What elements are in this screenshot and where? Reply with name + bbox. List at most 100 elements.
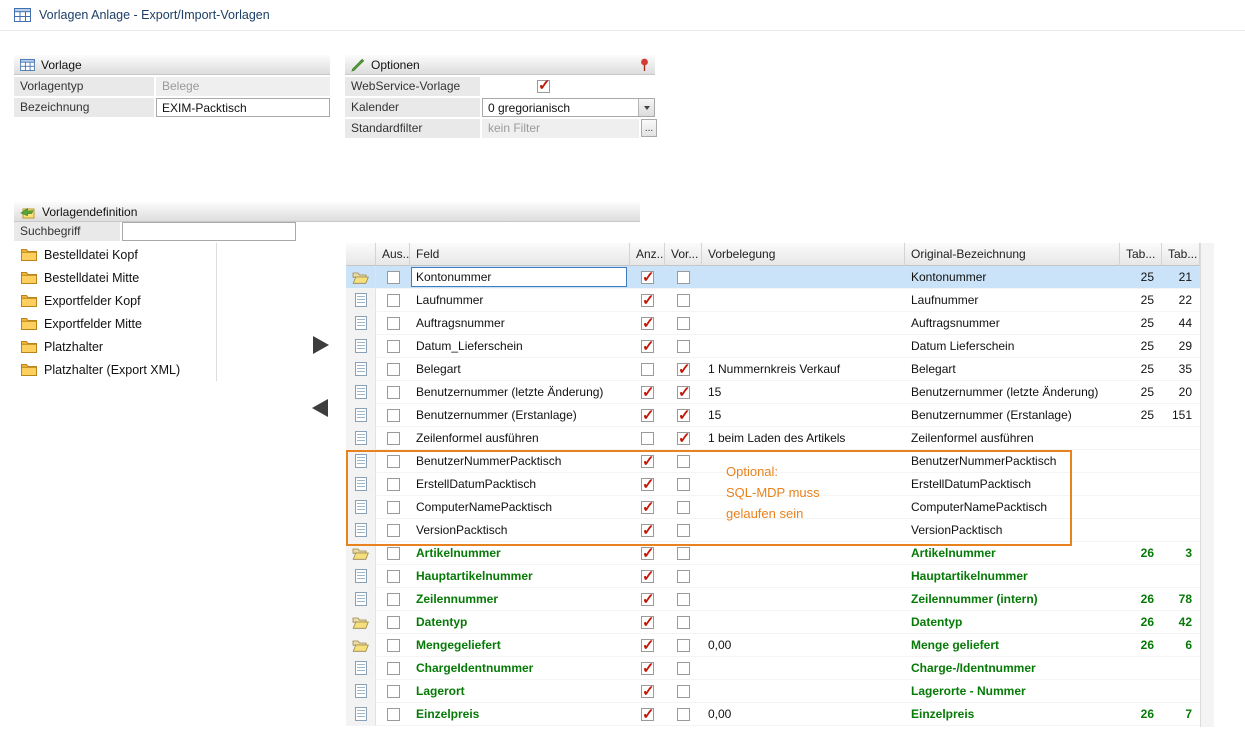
field-name-cell[interactable]: Kontonummer: [410, 266, 630, 289]
aus-checkbox[interactable]: [387, 317, 400, 330]
vor-checkbox[interactable]: [677, 478, 690, 491]
table-row[interactable]: Datum_LieferscheinDatum Lieferschein2529: [346, 335, 1200, 358]
aus-checkbox[interactable]: [387, 685, 400, 698]
tab1-cell[interactable]: 26: [1120, 588, 1162, 611]
col-vor-header[interactable]: Vor...: [665, 243, 702, 266]
tab1-cell[interactable]: 25: [1120, 404, 1162, 427]
field-name-cell[interactable]: Lagerort: [410, 680, 630, 703]
original-name-cell[interactable]: VersionPacktisch: [905, 519, 1120, 542]
field-name-cell[interactable]: Benutzernummer (Erstanlage): [410, 404, 630, 427]
webservice-checkbox[interactable]: [537, 80, 550, 93]
field-name-cell[interactable]: BenutzerNummerPacktisch: [410, 450, 630, 473]
tab1-cell[interactable]: 26: [1120, 634, 1162, 657]
anz-checkbox[interactable]: [641, 294, 654, 307]
original-name-cell[interactable]: Benutzernummer (Erstanlage): [905, 404, 1120, 427]
tab1-cell[interactable]: [1120, 427, 1162, 450]
anz-checkbox[interactable]: [641, 639, 654, 652]
aus-checkbox[interactable]: [387, 662, 400, 675]
tab1-cell[interactable]: [1120, 450, 1162, 473]
aus-checkbox[interactable]: [387, 570, 400, 583]
vorbelegung-cell[interactable]: [702, 542, 905, 565]
field-name-cell[interactable]: Artikelnummer: [410, 542, 630, 565]
folder-list-item[interactable]: Bestelldatei Kopf: [14, 243, 216, 266]
field-name-cell[interactable]: Mengegeliefert: [410, 634, 630, 657]
field-name-cell[interactable]: VersionPacktisch: [410, 519, 630, 542]
tab2-cell[interactable]: [1162, 427, 1200, 450]
field-name-cell[interactable]: ComputerNamePacktisch: [410, 496, 630, 519]
tab1-cell[interactable]: 26: [1120, 542, 1162, 565]
col-vorbelegung-header[interactable]: Vorbelegung: [702, 243, 905, 266]
vorbelegung-cell[interactable]: [702, 496, 905, 519]
vorbelegung-cell[interactable]: [702, 657, 905, 680]
aus-checkbox[interactable]: [387, 294, 400, 307]
tab1-cell[interactable]: 25: [1120, 312, 1162, 335]
table-row[interactable]: Einzelpreis0,00Einzelpreis267: [346, 703, 1200, 726]
tab2-cell[interactable]: [1162, 565, 1200, 588]
anz-checkbox[interactable]: [641, 593, 654, 606]
table-row[interactable]: LaufnummerLaufnummer2522: [346, 289, 1200, 312]
vor-checkbox[interactable]: [677, 547, 690, 560]
table-row[interactable]: Lagerort Lagerorte - Nummer: [346, 680, 1200, 703]
aus-checkbox[interactable]: [387, 616, 400, 629]
aus-checkbox[interactable]: [387, 271, 400, 284]
original-name-cell[interactable]: Zeilenformel ausführen: [905, 427, 1120, 450]
tab1-cell[interactable]: 25: [1120, 266, 1162, 289]
folder-list-item[interactable]: Bestelldatei Mitte: [14, 266, 216, 289]
tab1-cell[interactable]: [1120, 657, 1162, 680]
field-name-cell[interactable]: ErstellDatumPacktisch: [410, 473, 630, 496]
tab1-cell[interactable]: [1120, 565, 1162, 588]
original-name-cell[interactable]: Datentyp: [905, 611, 1120, 634]
table-row[interactable]: ZeilennummerZeilennummer (intern)2678: [346, 588, 1200, 611]
vor-checkbox[interactable]: [677, 455, 690, 468]
table-row[interactable]: AuftragsnummerAuftragsnummer2544: [346, 312, 1200, 335]
bezeichnung-input[interactable]: [156, 98, 330, 117]
tab2-cell[interactable]: [1162, 496, 1200, 519]
field-edit-box[interactable]: Kontonummer: [411, 267, 627, 287]
vor-checkbox[interactable]: [677, 271, 690, 284]
tab1-cell[interactable]: [1120, 473, 1162, 496]
table-right-gutter[interactable]: [1200, 243, 1214, 727]
vorbelegung-cell[interactable]: [702, 519, 905, 542]
tab1-cell[interactable]: 26: [1120, 703, 1162, 726]
original-name-cell[interactable]: Hauptartikelnummer: [905, 565, 1120, 588]
table-row[interactable]: DatentypDatentyp2642: [346, 611, 1200, 634]
vorbelegung-cell[interactable]: [702, 588, 905, 611]
tab2-cell[interactable]: 3: [1162, 542, 1200, 565]
vor-checkbox[interactable]: [677, 386, 690, 399]
anz-checkbox[interactable]: [641, 271, 654, 284]
anz-checkbox[interactable]: [641, 478, 654, 491]
original-name-cell[interactable]: Lagerorte - Nummer: [905, 680, 1120, 703]
field-name-cell[interactable]: Zeilennummer: [410, 588, 630, 611]
folder-list-item[interactable]: Platzhalter: [14, 335, 216, 358]
vorbelegung-cell[interactable]: [702, 312, 905, 335]
aus-checkbox[interactable]: [387, 386, 400, 399]
anz-checkbox[interactable]: [641, 386, 654, 399]
search-input[interactable]: [122, 222, 296, 241]
tab2-cell[interactable]: 78: [1162, 588, 1200, 611]
pushpin-icon[interactable]: [639, 58, 650, 72]
tab2-cell[interactable]: 21: [1162, 266, 1200, 289]
aus-checkbox[interactable]: [387, 547, 400, 560]
original-name-cell[interactable]: ErstellDatumPacktisch: [905, 473, 1120, 496]
anz-checkbox[interactable]: [641, 409, 654, 422]
vorbelegung-cell[interactable]: 15: [702, 381, 905, 404]
vor-checkbox[interactable]: [677, 570, 690, 583]
vorbelegung-cell[interactable]: 15: [702, 404, 905, 427]
field-name-cell[interactable]: Datum_Lieferschein: [410, 335, 630, 358]
table-row[interactable]: VersionPacktisch VersionPacktisch: [346, 519, 1200, 542]
standardfilter-browse-button[interactable]: ...: [641, 119, 657, 137]
col-aus-header[interactable]: Aus...: [376, 243, 410, 266]
table-row[interactable]: KontonummerKontonummer2521: [346, 266, 1200, 289]
vor-checkbox[interactable]: [677, 317, 690, 330]
anz-checkbox[interactable]: [641, 524, 654, 537]
anz-checkbox[interactable]: [641, 662, 654, 675]
aus-checkbox[interactable]: [387, 478, 400, 491]
tab2-cell[interactable]: 44: [1162, 312, 1200, 335]
tab2-cell[interactable]: [1162, 450, 1200, 473]
original-name-cell[interactable]: Datum Lieferschein: [905, 335, 1120, 358]
tab2-cell[interactable]: 29: [1162, 335, 1200, 358]
table-row[interactable]: Mengegeliefert0,00Menge geliefert266: [346, 634, 1200, 657]
tab2-cell[interactable]: [1162, 473, 1200, 496]
vorbelegung-cell[interactable]: [702, 565, 905, 588]
field-name-cell[interactable]: Benutzernummer (letzte Änderung): [410, 381, 630, 404]
